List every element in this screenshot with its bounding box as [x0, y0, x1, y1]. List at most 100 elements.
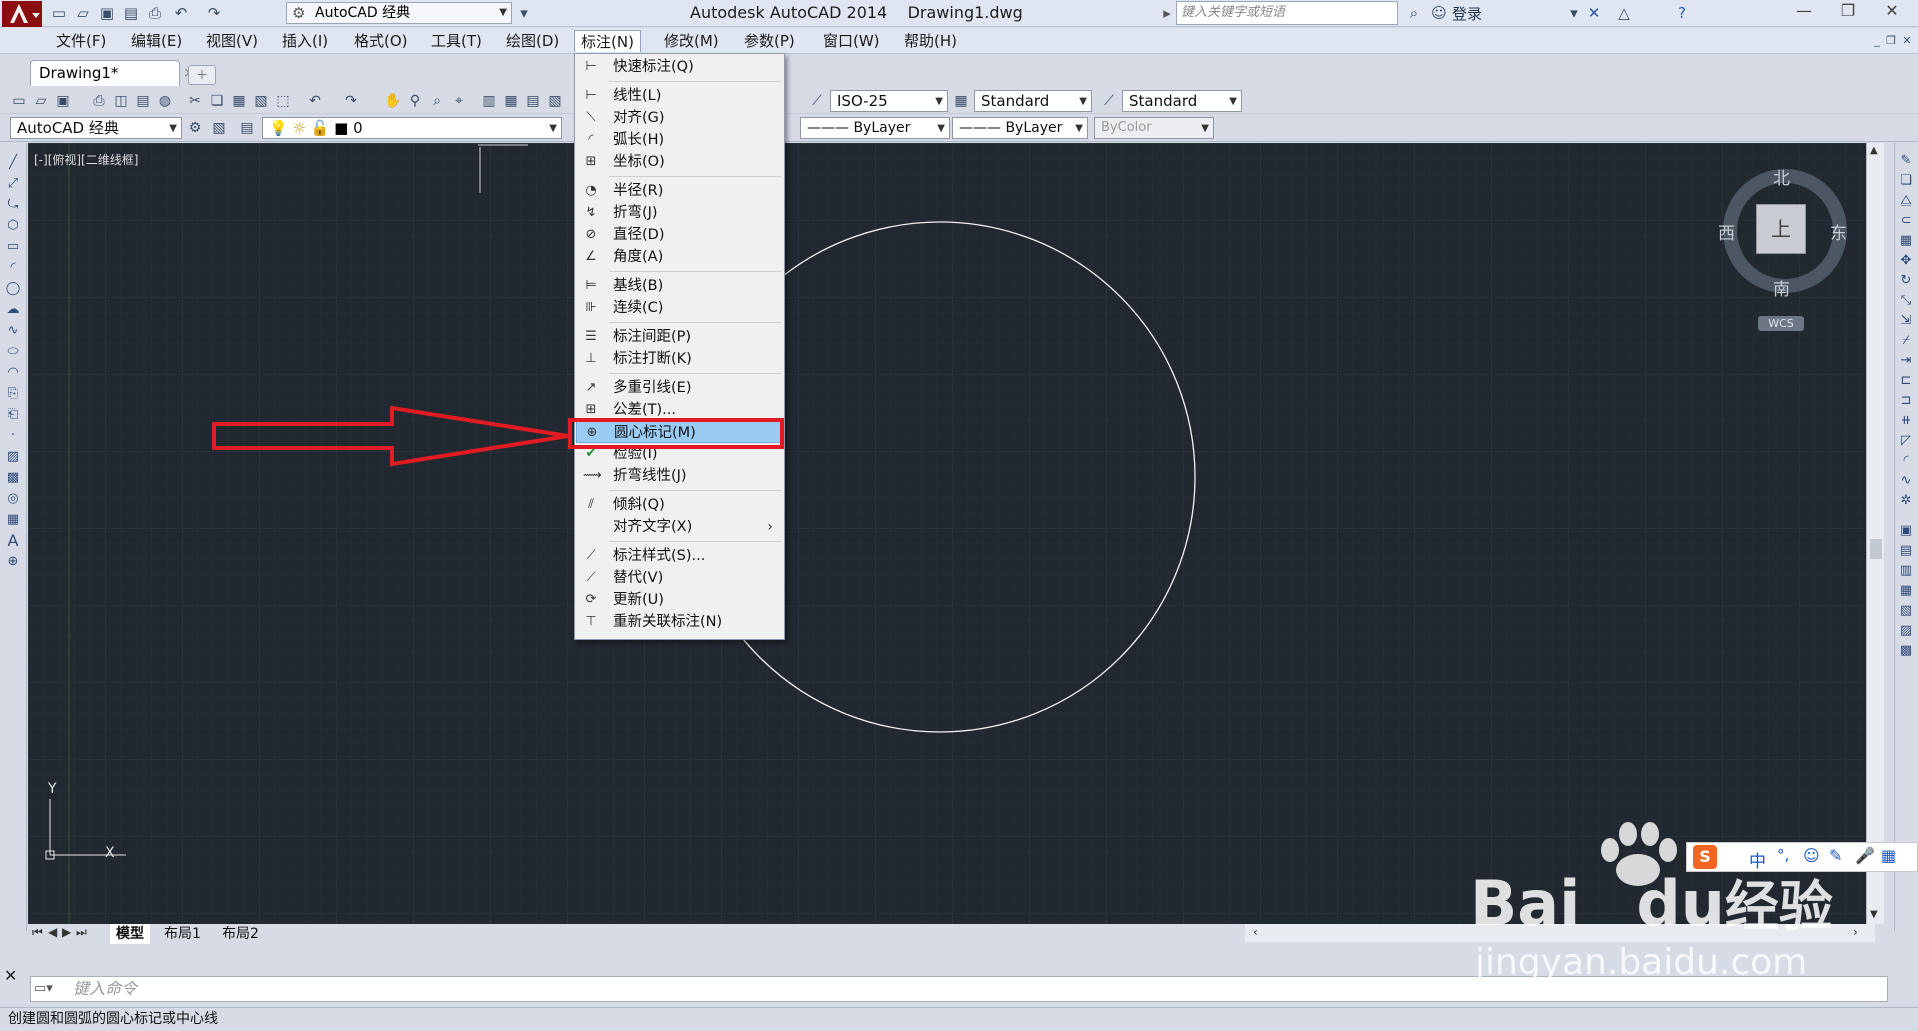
menu-modify[interactable]: 修改(M)	[658, 30, 725, 52]
menu-align-text[interactable]: 对齐文字(X) ›	[576, 516, 783, 538]
menu-override[interactable]: ⟋ 替代(V)	[576, 567, 783, 589]
zoom-window-icon[interactable]: ⌕	[428, 92, 446, 110]
binoculars-icon[interactable]: ⌕	[1405, 4, 1423, 22]
autodesk-360-icon[interactable]: △	[1615, 4, 1633, 22]
spline-icon[interactable]: ∿	[5, 323, 21, 339]
mirror-icon[interactable]: ⧋	[1898, 193, 1914, 209]
prev-layout-icon[interactable]: ◀	[48, 925, 57, 939]
mtext-icon[interactable]: A	[5, 533, 21, 549]
point-icon[interactable]: ·	[5, 428, 21, 444]
search-input[interactable]: 键入关键字或短语	[1176, 1, 1398, 25]
draworder-back-icon[interactable]: ▤	[1898, 543, 1914, 559]
menu-radius[interactable]: ◔ 半径(R)	[576, 180, 783, 202]
menu-dimension[interactable]: 标注(N)	[574, 30, 641, 52]
menu-insert[interactable]: 插入(I)	[276, 30, 334, 52]
first-layout-icon[interactable]: ⏮	[32, 925, 43, 940]
viewport-controls[interactable]: [-][俯视][二维线框]	[34, 151, 138, 168]
viewcube-top-face[interactable]: 上	[1756, 204, 1806, 254]
pan-icon[interactable]: ✋	[384, 92, 402, 110]
redo-icon[interactable]: ↷	[205, 4, 223, 22]
menu-linear[interactable]: ⊢ 线性(L)	[576, 85, 783, 107]
menu-jogged-linear[interactable]: ⟿ 折弯线性(J)	[576, 465, 783, 487]
undo-icon[interactable]: ↶	[172, 4, 190, 22]
menu-multileader[interactable]: ↗ 多重引线(E)	[576, 377, 783, 399]
polyline-icon[interactable]: ⤿	[5, 197, 21, 213]
menu-dim-space[interactable]: ☰ 标注间距(P)	[576, 326, 783, 348]
move-icon[interactable]: ✥	[1898, 253, 1914, 269]
new-tab-button[interactable]: ＋	[188, 65, 216, 85]
scroll-up-icon[interactable]: ▲	[1870, 145, 1878, 156]
draworder-above-icon[interactable]: ▥	[1898, 563, 1914, 579]
workspace-select[interactable]: AutoCAD 经典 ▼	[10, 117, 182, 139]
open-icon[interactable]: ▱	[32, 92, 50, 110]
chevron-down-icon[interactable]: ▾	[1565, 4, 1583, 22]
login-link[interactable]: 登录	[1452, 3, 1482, 24]
menu-diameter[interactable]: ⊘ 直径(D)	[576, 224, 783, 246]
menu-format[interactable]: 格式(O)	[348, 30, 414, 52]
scroll-thumb[interactable]	[1870, 539, 1882, 559]
arc-icon[interactable]: ◜	[5, 260, 21, 276]
autocad-logo-icon[interactable]	[2, 1, 42, 27]
menu-oblique[interactable]: ⫽ 倾斜(Q)	[576, 494, 783, 516]
layer-properties-icon[interactable]: ▧	[210, 119, 228, 137]
dimstyle-select[interactable]: ISO-25 ▼	[830, 90, 948, 112]
mleaderstyle-select[interactable]: Standard ▼	[1122, 90, 1242, 112]
sheet-set-icon[interactable]: ▧	[546, 92, 564, 110]
plot-icon[interactable]: ⎙	[90, 92, 108, 110]
layer-select[interactable]: 💡 ☼ 🔓 ■ 0 ▼	[262, 117, 562, 139]
compass-north[interactable]: 北	[1773, 164, 1790, 189]
hatch-icon[interactable]: ▨	[5, 449, 21, 465]
menu-view[interactable]: 视图(V)	[200, 30, 264, 52]
workspace-selector[interactable]: ⚙ AutoCAD 经典 ▼	[286, 2, 512, 24]
tab-layout2[interactable]: 布局2	[216, 924, 265, 944]
lineweight-select[interactable]: ——— ByLayer ▼	[952, 117, 1088, 139]
menu-angular[interactable]: ∠ 角度(A)	[576, 246, 783, 268]
design-center-icon[interactable]: ▦	[502, 92, 520, 110]
offset-icon[interactable]: ⊂	[1898, 213, 1914, 229]
doc-tab-drawing1[interactable]: Drawing1* ×	[30, 60, 195, 86]
menu-tools[interactable]: 工具(T)	[425, 30, 488, 52]
last-layout-icon[interactable]: ⏭	[76, 925, 87, 940]
qnew-icon[interactable]: ▭	[10, 92, 28, 110]
next-layout-icon[interactable]: ▶	[62, 925, 71, 939]
join-icon[interactable]: ⧺	[1898, 413, 1914, 429]
construction-line-icon[interactable]: ⤢	[5, 176, 21, 192]
trim-icon[interactable]: ⌿	[1898, 333, 1914, 349]
menu-dim-break[interactable]: ⊥ 标注打断(K)	[576, 348, 783, 370]
make-block-icon[interactable]: ⎗	[5, 407, 21, 423]
vertical-scrollbar[interactable]: ▲ ▼	[1866, 143, 1884, 924]
minimize-button[interactable]: —	[1782, 0, 1826, 24]
menu-edit[interactable]: 编辑(E)	[125, 30, 188, 52]
scroll-left-icon[interactable]: ‹	[1253, 925, 1258, 939]
copy-icon[interactable]: ❏	[208, 92, 226, 110]
revcloud-icon[interactable]: ☁	[5, 302, 21, 318]
zoom-realtime-icon[interactable]: ⚲	[406, 92, 424, 110]
redo-icon[interactable]: ↷	[342, 92, 360, 110]
save-as-icon[interactable]: ▤	[122, 4, 140, 22]
menu-arc-length[interactable]: ◜ 弧长(H)	[576, 129, 783, 151]
preview-icon[interactable]: ◫	[112, 92, 130, 110]
scroll-right-icon[interactable]: ›	[1853, 925, 1858, 939]
properties-icon[interactable]: ▥	[480, 92, 498, 110]
mleaderstyle-icon[interactable]: ⟋	[1100, 92, 1118, 110]
menu-jogged[interactable]: ↯ 折弯(J)	[576, 202, 783, 224]
array-icon[interactable]: ▦	[1898, 233, 1914, 249]
menu-parametric[interactable]: 参数(P)	[738, 30, 801, 52]
menu-dim-style[interactable]: ⟋ 标注样式(S)...	[576, 545, 783, 567]
copy-object-icon[interactable]: ❏	[1898, 173, 1914, 189]
draworder-below-icon[interactable]: ▦	[1898, 583, 1914, 599]
text-front-icon[interactable]: ▧	[1898, 603, 1914, 619]
menu-update[interactable]: ⟳ 更新(U)	[576, 589, 783, 611]
layer-state-icon[interactable]: ▤	[238, 119, 256, 137]
extend-icon[interactable]: ⇥	[1898, 353, 1914, 369]
wcs-menu[interactable]: WCS	[1758, 316, 1804, 331]
ellipse-icon[interactable]: ⬭	[5, 344, 21, 360]
menu-draw[interactable]: 绘图(D)	[500, 30, 565, 52]
expand-search-icon[interactable]: ▸	[1158, 4, 1176, 22]
line-icon[interactable]: ╱	[5, 155, 21, 171]
workspace-settings-icon[interactable]: ⚙	[186, 119, 204, 137]
command-prompt-icon[interactable]: ▭▾	[34, 981, 53, 996]
break-icon[interactable]: ⊐	[1898, 393, 1914, 409]
save-icon[interactable]: ▣	[54, 92, 72, 110]
insert-block-icon[interactable]: ⎘	[5, 386, 21, 402]
